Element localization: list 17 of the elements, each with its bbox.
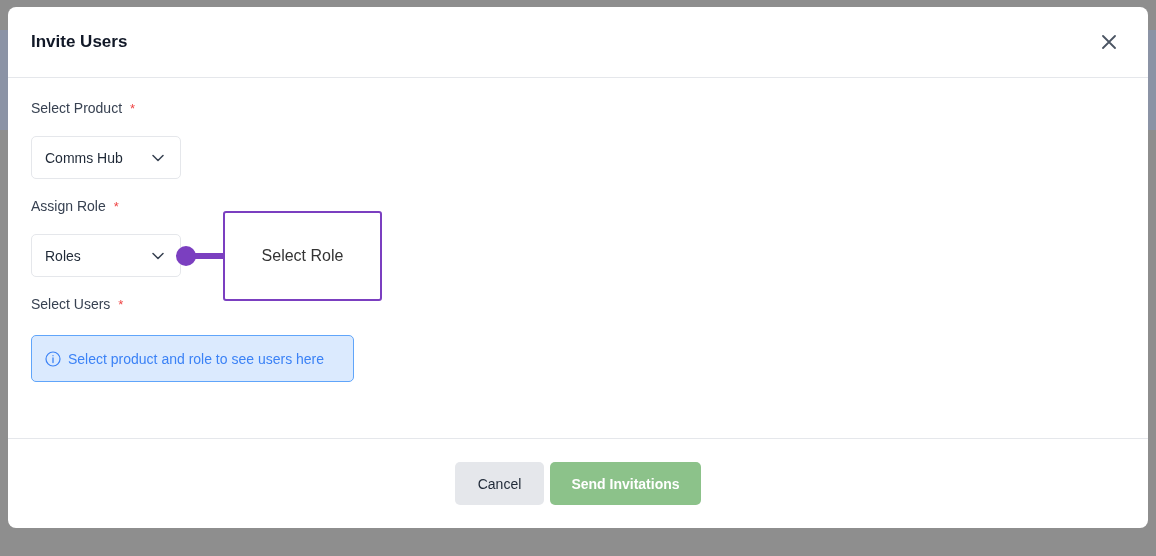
connector-line: [175, 245, 223, 267]
required-mark: *: [113, 199, 119, 214]
chevron-down-icon: [152, 251, 164, 260]
cancel-button[interactable]: Cancel: [455, 462, 544, 505]
info-icon: [45, 350, 61, 367]
field-label: Select Product: [31, 100, 123, 116]
close-icon[interactable]: [1102, 35, 1116, 49]
dropdown[interactable]: Roles: [31, 234, 181, 277]
required-mark: *: [118, 297, 124, 312]
annotation-callout: Select Role: [223, 211, 382, 301]
dialog-title: Invite Users: [31, 32, 128, 52]
field-label: Assign Role: [31, 198, 106, 214]
chevron-down-icon: [152, 153, 164, 162]
required-mark: *: [130, 101, 136, 116]
dropdown[interactable]: Comms Hub: [31, 136, 181, 179]
info-text: Select product and role to see users here: [68, 350, 325, 367]
field-label: Select Users: [31, 296, 111, 312]
